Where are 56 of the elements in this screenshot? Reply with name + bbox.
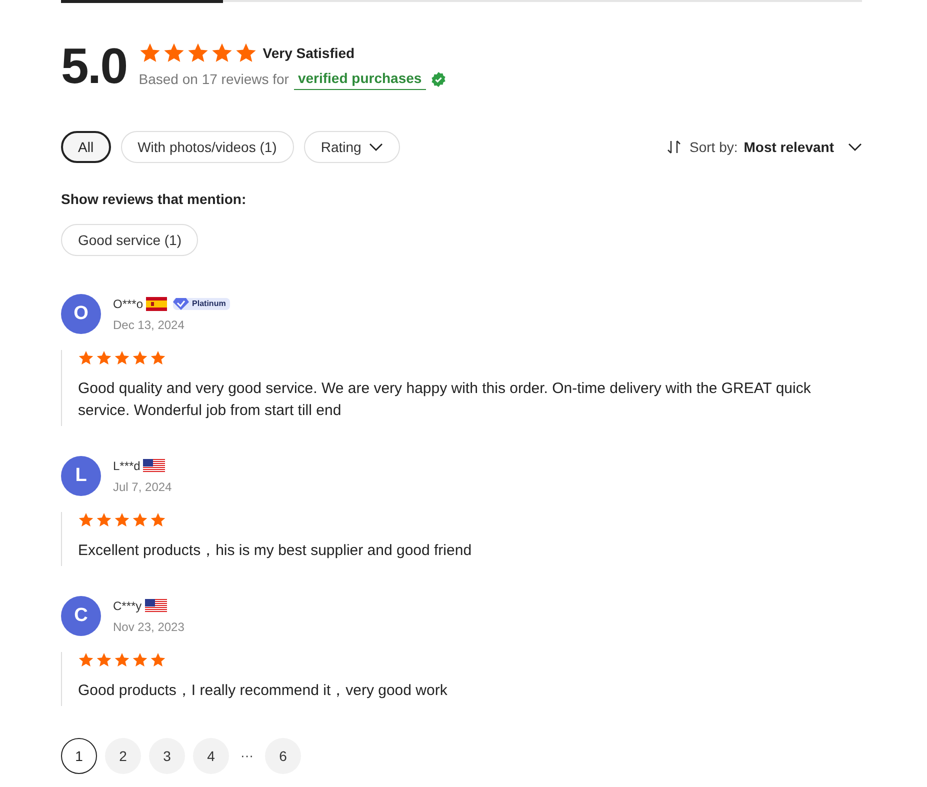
star-icon (96, 350, 112, 366)
reviewer-name: L***d (113, 458, 140, 474)
verified-check-icon (430, 72, 446, 86)
star-icon (234, 42, 257, 64)
star-icon (78, 350, 94, 366)
review-text: Excellent products，his is my best supplier and good friend (78, 541, 473, 561)
star-icon (138, 42, 161, 64)
star-icon (114, 652, 130, 668)
flag-icon (144, 598, 167, 612)
sort-dropdown[interactable]: Sort by: Most relevant (690, 136, 862, 158)
reviewer-name: O***o (113, 296, 144, 312)
star-icon (162, 42, 185, 64)
avatar: C (61, 596, 101, 636)
mention-tag[interactable]: Good service (1) (61, 224, 198, 256)
filter-chip[interactable]: Rating (304, 131, 400, 163)
star-icon (96, 652, 112, 668)
filter-chip[interactable]: With photos/videos (1) (120, 131, 294, 163)
page-button[interactable]: 3 (149, 738, 185, 774)
verified-purchases-link[interactable]: verified purchases (294, 68, 426, 90)
chevron-down-icon (369, 142, 384, 152)
star-icon (114, 350, 130, 366)
rating-score: 5.0 (61, 41, 127, 91)
page-button[interactable]: 2 (105, 738, 141, 774)
flag-icon (143, 458, 166, 472)
avatar: L (61, 456, 101, 496)
rating-label: Very Satisfied (262, 44, 355, 63)
sort-icon (666, 139, 682, 155)
star-icon (150, 350, 166, 366)
review-date: Nov 23, 2023 (113, 618, 184, 636)
star-icon (114, 512, 130, 528)
star-icon (210, 42, 233, 64)
star-icon (186, 42, 209, 64)
chevron-down-icon (848, 142, 862, 152)
star-icon (96, 512, 112, 528)
flag-icon (146, 296, 168, 310)
avatar: O (61, 294, 101, 334)
page-button[interactable]: 1 (61, 738, 97, 774)
page-button[interactable]: 4 (193, 738, 229, 774)
review-text: Good quality and very good service. We are very happy with this order. On-time delivery with the GREAT quick service. Wonderful job from start till end (78, 379, 812, 421)
review-count-text: Based on 17 reviews for (138, 70, 289, 88)
page-ellipsis[interactable]: ··· (237, 738, 257, 774)
star-icon (132, 652, 148, 668)
filter-chip[interactable]: All (61, 131, 111, 163)
mentions-heading: Show reviews that mention: (61, 190, 248, 209)
membership-badge: Platinum (173, 298, 230, 310)
review-date: Jul 7, 2024 (113, 478, 172, 496)
review-date: Dec 13, 2024 (113, 316, 186, 334)
review-text: Good products，I really recommend it，very good work (78, 681, 448, 701)
star-icon (78, 652, 94, 668)
page-button[interactable]: 6 (265, 738, 301, 774)
reviewer-name: C***y (113, 598, 142, 614)
star-icon (132, 512, 148, 528)
star-icon (150, 652, 166, 668)
star-icon (132, 350, 148, 366)
star-icon (78, 512, 94, 528)
star-icon (150, 512, 166, 528)
